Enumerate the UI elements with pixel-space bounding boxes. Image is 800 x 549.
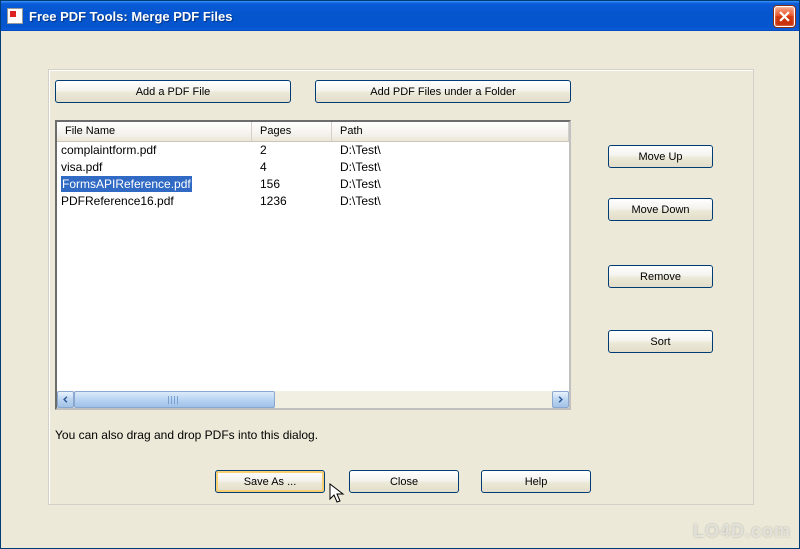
cell-path: D:\Test\ — [340, 193, 569, 210]
scrollbar-track[interactable] — [74, 391, 552, 408]
chevron-left-icon — [62, 396, 69, 403]
cell-path: D:\Test\ — [340, 176, 569, 193]
cell-pages: 4 — [260, 159, 340, 176]
cell-path: D:\Test\ — [340, 142, 569, 159]
cell-filename: FormsAPIReference.pdf — [61, 176, 192, 192]
table-row[interactable]: complaintform.pdf 2D:\Test\ — [57, 142, 569, 159]
add-pdf-file-button[interactable]: Add a PDF File — [55, 80, 291, 103]
drag-drop-hint: You can also drag and drop PDFs into thi… — [55, 428, 318, 452]
scroll-right-button[interactable] — [552, 391, 569, 408]
cell-pages: 1236 — [260, 193, 340, 210]
save-as-button[interactable]: Save As ... — [215, 470, 325, 493]
cell-filename: visa.pdf — [61, 160, 102, 174]
cell-pages: 156 — [260, 176, 340, 193]
table-row[interactable]: FormsAPIReference.pdf 156D:\Test\ — [57, 176, 569, 193]
file-list-header[interactable]: File Name Pages Path — [57, 122, 569, 142]
move-up-button[interactable]: Move Up — [608, 145, 713, 168]
horizontal-scrollbar[interactable] — [57, 391, 569, 408]
table-row[interactable]: visa.pdf 4D:\Test\ — [57, 159, 569, 176]
cell-filename: PDFReference16.pdf — [61, 194, 174, 208]
close-icon — [779, 11, 790, 22]
client-area: Add a PDF File Add PDF Files under a Fol… — [4, 31, 796, 545]
window-close-button[interactable] — [774, 6, 795, 27]
cell-pages: 2 — [260, 142, 340, 159]
window-title: Free PDF Tools: Merge PDF Files — [29, 9, 774, 24]
app-icon — [7, 8, 23, 24]
file-list-body[interactable]: complaintform.pdf2D:\Test\visa.pdf4D:\Te… — [57, 142, 569, 391]
move-down-button[interactable]: Move Down — [608, 198, 713, 221]
remove-button[interactable]: Remove — [608, 265, 713, 288]
chevron-right-icon — [557, 396, 564, 403]
dialog-window: Free PDF Tools: Merge PDF Files Add a PD… — [0, 0, 800, 549]
mouse-cursor-icon — [329, 483, 347, 505]
column-header-filename[interactable]: File Name — [57, 122, 252, 141]
close-button[interactable]: Close — [349, 470, 459, 493]
column-header-path[interactable]: Path — [332, 122, 569, 141]
cell-filename: complaintform.pdf — [61, 143, 156, 157]
titlebar[interactable]: Free PDF Tools: Merge PDF Files — [1, 1, 799, 31]
table-row[interactable]: PDFReference16.pdf 1236D:\Test\ — [57, 193, 569, 210]
add-pdf-folder-button[interactable]: Add PDF Files under a Folder — [315, 80, 571, 103]
column-header-pages[interactable]: Pages — [252, 122, 332, 141]
scroll-left-button[interactable] — [57, 391, 74, 408]
cell-path: D:\Test\ — [340, 159, 569, 176]
sort-button[interactable]: Sort — [608, 330, 713, 353]
file-list[interactable]: File Name Pages Path complaintform.pdf2D… — [55, 120, 571, 410]
help-button[interactable]: Help — [481, 470, 591, 493]
main-panel: Add a PDF File Add PDF Files under a Fol… — [48, 69, 754, 505]
scrollbar-thumb[interactable] — [74, 391, 275, 408]
